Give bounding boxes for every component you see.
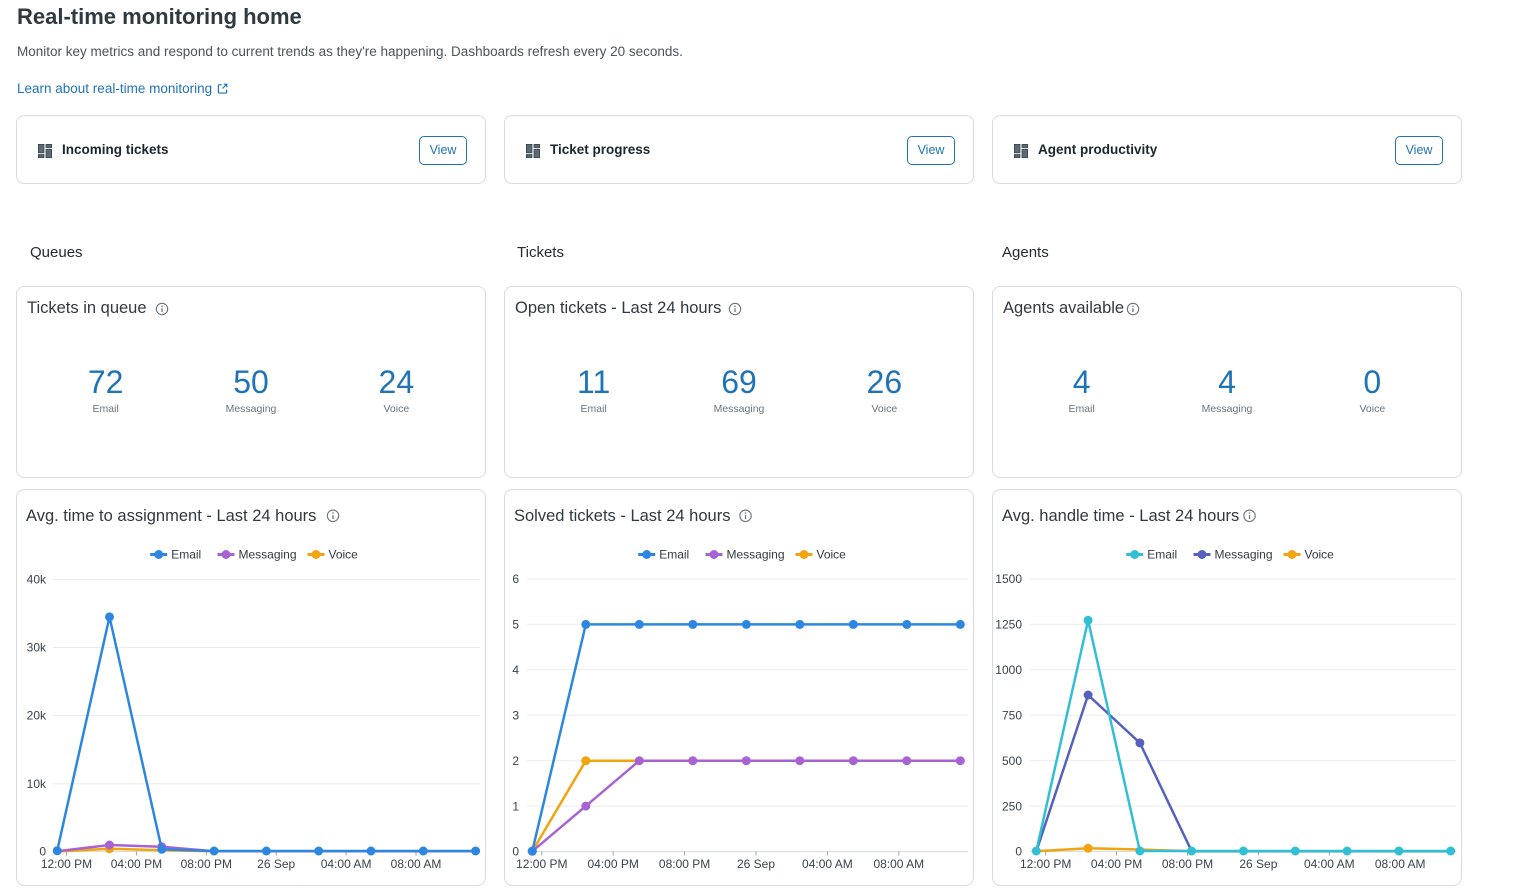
svg-text:04:00 PM: 04:00 PM	[588, 857, 639, 871]
svg-text:2: 2	[512, 754, 519, 768]
svg-text:12:00 PM: 12:00 PM	[516, 857, 567, 871]
svg-text:5: 5	[512, 618, 519, 632]
svg-text:08:00 PM: 08:00 PM	[659, 857, 710, 871]
svg-text:08:00 AM: 08:00 AM	[391, 857, 442, 871]
svg-text:08:00 PM: 08:00 PM	[181, 857, 232, 871]
svg-text:04:00 AM: 04:00 AM	[321, 857, 372, 871]
svg-text:Voice: Voice	[817, 548, 847, 562]
svg-text:08:00 AM: 08:00 AM	[1375, 857, 1426, 871]
svg-text:6: 6	[512, 572, 519, 586]
svg-text:1500: 1500	[995, 572, 1022, 586]
svg-text:Messaging: Messaging	[727, 548, 785, 562]
svg-text:1: 1	[512, 799, 519, 813]
svg-text:Email: Email	[1147, 548, 1177, 562]
svg-text:Email: Email	[659, 548, 689, 562]
svg-text:4: 4	[512, 663, 519, 677]
svg-text:26 Sep: 26 Sep	[257, 857, 295, 871]
svg-text:Voice: Voice	[1305, 548, 1335, 562]
svg-text:04:00 PM: 04:00 PM	[111, 857, 162, 871]
svg-text:250: 250	[1002, 799, 1022, 813]
svg-text:1250: 1250	[995, 618, 1022, 632]
svg-text:Email: Email	[171, 548, 201, 562]
svg-text:04:00 AM: 04:00 AM	[802, 857, 853, 871]
svg-text:12:00 PM: 12:00 PM	[41, 857, 92, 871]
svg-text:Avg. handle time - Last 24 hou: Avg. handle time - Last 24 hours	[1002, 507, 1239, 525]
svg-text:500: 500	[1002, 754, 1022, 768]
svg-text:3: 3	[512, 709, 519, 723]
svg-text:26 Sep: 26 Sep	[1239, 857, 1277, 871]
svg-text:04:00 AM: 04:00 AM	[1304, 857, 1355, 871]
svg-text:40k: 40k	[27, 573, 47, 587]
svg-text:08:00 AM: 08:00 AM	[873, 857, 924, 871]
svg-text:1000: 1000	[995, 663, 1022, 677]
svg-text:Voice: Voice	[329, 548, 359, 562]
svg-text:Messaging: Messaging	[239, 548, 297, 562]
svg-text:04:00 PM: 04:00 PM	[1091, 857, 1142, 871]
svg-text:20k: 20k	[27, 709, 47, 723]
svg-text:10k: 10k	[27, 777, 47, 791]
svg-text:26 Sep: 26 Sep	[737, 857, 775, 871]
svg-text:12:00 PM: 12:00 PM	[1020, 857, 1071, 871]
svg-text:08:00 PM: 08:00 PM	[1162, 857, 1213, 871]
svg-text:Avg. time to assignment - Last: Avg. time to assignment - Last 24 hours	[26, 507, 316, 525]
svg-text:30k: 30k	[27, 641, 47, 655]
svg-text:Solved tickets - Last 24 hours: Solved tickets - Last 24 hours	[514, 507, 730, 525]
svg-text:750: 750	[1002, 709, 1022, 723]
svg-text:Messaging: Messaging	[1215, 548, 1273, 562]
